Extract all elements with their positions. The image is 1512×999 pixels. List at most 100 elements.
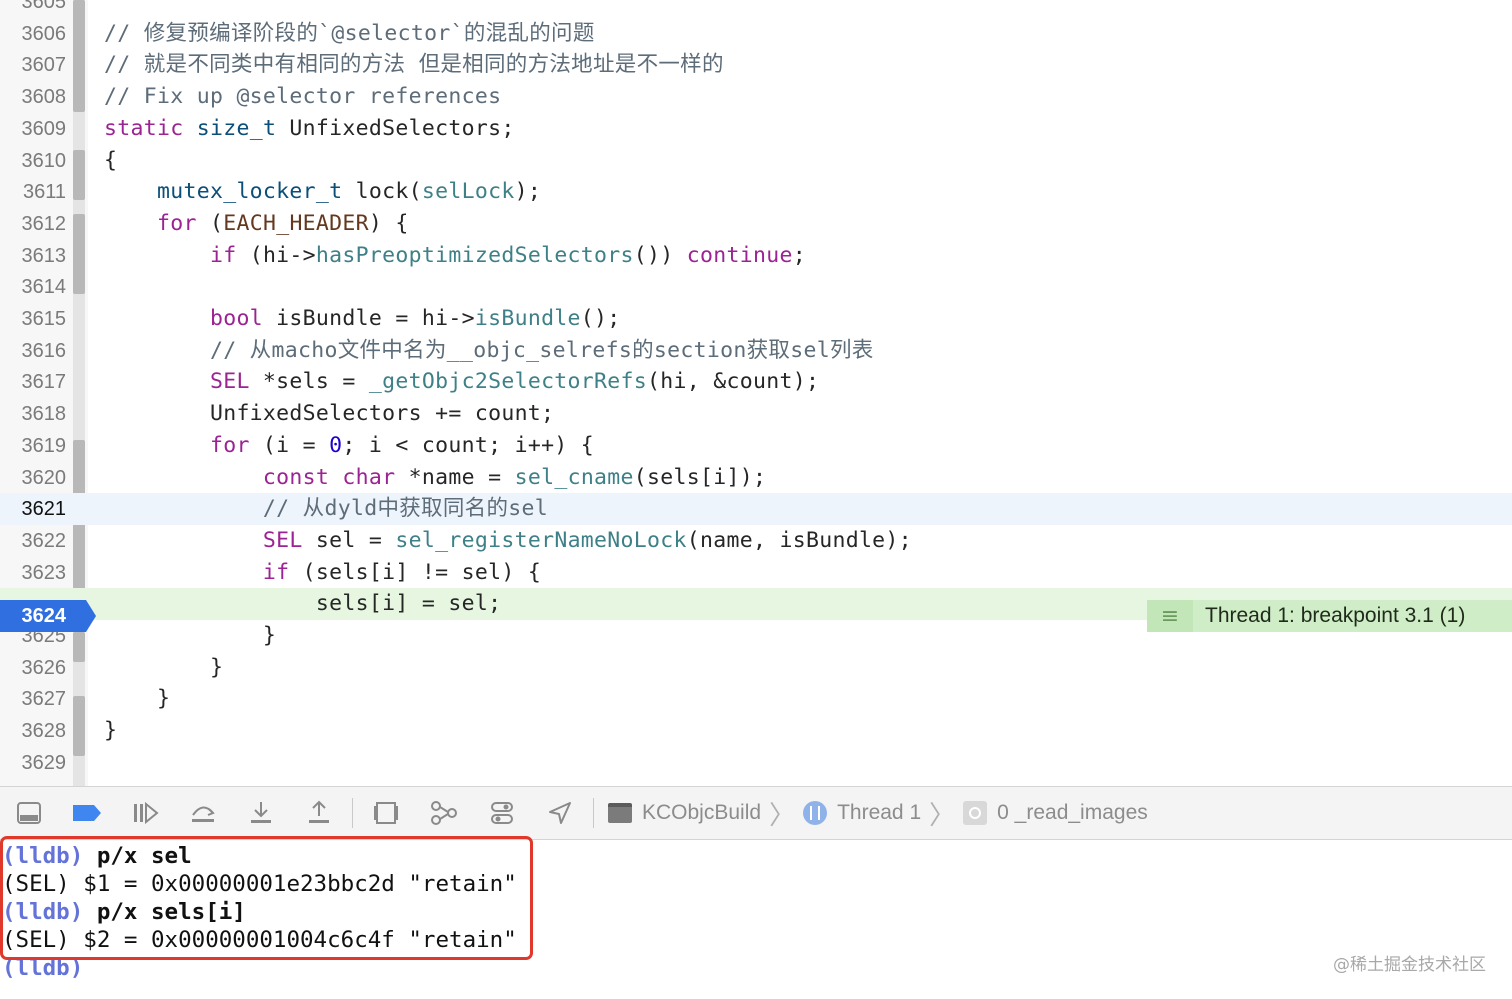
code-line[interactable]: 3617 SEL *sels = _getObjc2SelectorRefs(h… bbox=[0, 366, 1512, 398]
stack-frame-icon bbox=[963, 801, 988, 825]
code-token: sel = bbox=[302, 528, 396, 553]
code-text: } bbox=[104, 652, 223, 684]
code-line[interactable]: 3607 // 就是不同类中有相同的方法 但是相同的方法地址是不一样的 bbox=[0, 49, 1512, 81]
code-line[interactable]: 3628} bbox=[0, 715, 1512, 747]
code-text: const char *name = sel_cname(sels[i]); bbox=[104, 462, 766, 494]
line-number[interactable]: 3620 bbox=[0, 462, 67, 494]
code-token: selLock bbox=[421, 179, 515, 204]
code-line[interactable]: 3619 for (i = 0; i < count; i++) { bbox=[0, 430, 1512, 462]
line-number[interactable]: 3605 bbox=[0, 0, 67, 18]
code-text: UnfixedSelectors += count; bbox=[104, 398, 554, 430]
hamburger-icon[interactable]: ≡ bbox=[1147, 600, 1193, 632]
step-over-icon[interactable] bbox=[174, 786, 232, 840]
step-into-icon[interactable] bbox=[232, 786, 290, 840]
code-line[interactable]: 3610 { bbox=[0, 145, 1512, 177]
hide-console-icon[interactable] bbox=[0, 786, 58, 840]
code-line[interactable]: 3606 // 修复预编译阶段的`@selector`的混乱的问题 bbox=[0, 18, 1512, 50]
code-text: SEL *sels = _getObjc2SelectorRefs(hi, &c… bbox=[104, 366, 819, 398]
line-number[interactable]: 3622 bbox=[0, 525, 67, 557]
code-token: char bbox=[342, 465, 396, 490]
code-line[interactable]: 3615 bool isBundle = hi->isBundle(); bbox=[0, 303, 1512, 335]
code-line[interactable]: 3626 } bbox=[0, 652, 1512, 684]
line-number[interactable]: 3611 bbox=[0, 176, 66, 208]
thread-icon bbox=[803, 801, 828, 825]
code-text: // Fix up @selector references bbox=[104, 81, 501, 113]
code-token: isBundle = hi-> bbox=[262, 306, 475, 331]
memory-graph-icon[interactable] bbox=[415, 786, 473, 840]
line-number[interactable]: 3608 bbox=[0, 81, 67, 113]
simulate-location-icon[interactable] bbox=[531, 786, 589, 840]
breadcrumb-thread[interactable]: Thread 1 bbox=[837, 801, 921, 825]
code-token: _getObjc2SelectorRefs bbox=[368, 369, 648, 394]
code-line[interactable]: 3605 bbox=[0, 0, 1512, 18]
line-number[interactable]: 3609 bbox=[0, 113, 67, 145]
code-token: } bbox=[104, 655, 224, 680]
line-number[interactable]: 3607 bbox=[0, 49, 67, 81]
line-number[interactable]: 3623 bbox=[0, 557, 67, 589]
line-number[interactable]: 3626 bbox=[0, 652, 67, 684]
code-token: (sels[i]); bbox=[633, 465, 767, 490]
code-line[interactable]: 3629 bbox=[0, 747, 1512, 779]
line-number[interactable]: 3628 bbox=[0, 715, 67, 747]
code-text: for (i = 0; i < count; i++) { bbox=[104, 430, 594, 462]
line-number[interactable]: 3616 bbox=[0, 335, 67, 367]
code-line[interactable]: 3620 const char *name = sel_cname(sels[i… bbox=[0, 462, 1512, 494]
step-out-icon[interactable] bbox=[290, 786, 348, 840]
line-number[interactable]: 3614 bbox=[0, 271, 67, 303]
line-number[interactable]: 3606 bbox=[0, 18, 67, 50]
code-text: } bbox=[104, 683, 170, 715]
code-line[interactable]: 3627 } bbox=[0, 683, 1512, 715]
continue-icon[interactable] bbox=[116, 786, 174, 840]
code-token: ); bbox=[514, 179, 542, 204]
code-token: // 修复预编译阶段的`@selector`的混乱的问题 bbox=[104, 21, 595, 46]
line-number[interactable]: 3615 bbox=[0, 303, 67, 335]
code-text: // 从dyld中获取同名的sel bbox=[104, 493, 548, 525]
code-text: SEL sel = sel_registerNameNoLock(name, i… bbox=[104, 525, 912, 557]
line-number[interactable]: 3629 bbox=[0, 747, 67, 779]
code-line[interactable]: 3621 // 从dyld中获取同名的sel bbox=[0, 493, 1512, 525]
breakpoint-annotation[interactable]: ≡ Thread 1: breakpoint 3.1 (1) bbox=[1147, 600, 1512, 632]
code-line[interactable]: 3608 // Fix up @selector references bbox=[0, 81, 1512, 113]
line-number[interactable]: 3618 bbox=[0, 398, 67, 430]
code-line[interactable]: 3612 for (EACH_HEADER) { bbox=[0, 208, 1512, 240]
line-number[interactable]: 3627 bbox=[0, 683, 67, 715]
code-token: ()) bbox=[633, 243, 687, 268]
code-line[interactable]: 3614 bbox=[0, 271, 1512, 303]
code-token: (hi-> bbox=[236, 243, 316, 268]
code-token: if bbox=[104, 243, 237, 268]
line-number[interactable]: 3613 bbox=[0, 240, 67, 272]
code-line[interactable]: 3618 UnfixedSelectors += count; bbox=[0, 398, 1512, 430]
code-line[interactable]: 3611 mutex_locker_t lock(selLock); bbox=[0, 176, 1512, 208]
breakpoints-toggle-icon[interactable] bbox=[58, 786, 116, 840]
code-line[interactable]: 3613 if (hi->hasPreoptimizedSelectors())… bbox=[0, 240, 1512, 272]
application-icon bbox=[608, 803, 632, 823]
code-line[interactable]: 3622 SEL sel = sel_registerNameNoLock(na… bbox=[0, 525, 1512, 557]
source-editor[interactable]: 3605 3606 // 修复预编译阶段的`@selector`的混乱的问题 3607… bbox=[0, 0, 1512, 786]
breadcrumb-frame[interactable]: 0 _read_images bbox=[997, 801, 1148, 825]
code-token: UnfixedSelectors += count; bbox=[104, 401, 555, 426]
code-text: { bbox=[104, 145, 117, 177]
view-hierarchy-icon[interactable] bbox=[357, 786, 415, 840]
line-number[interactable]: 3619 bbox=[0, 430, 67, 462]
code-text: // 就是不同类中有相同的方法 但是相同的方法地址是不一样的 bbox=[104, 49, 724, 81]
breadcrumb-target[interactable]: KCObjcBuild bbox=[642, 801, 761, 825]
code-token: mutex_locker_t bbox=[104, 179, 343, 204]
code-token: (i = bbox=[249, 433, 330, 458]
code-token: sel_registerNameNoLock bbox=[395, 528, 687, 553]
toolbar-divider bbox=[593, 798, 594, 828]
environment-overrides-icon[interactable] bbox=[473, 786, 531, 840]
line-number[interactable]: 3617 bbox=[0, 366, 67, 398]
code-token: static bbox=[104, 116, 184, 141]
line-number[interactable]: 3621 bbox=[0, 493, 67, 525]
code-text: // 修复预编译阶段的`@selector`的混乱的问题 bbox=[104, 18, 595, 50]
code-line[interactable]: 3616 // 从macho文件中名为__objc_selrefs的sectio… bbox=[0, 335, 1512, 367]
code-token: // Fix up @selector references bbox=[104, 84, 502, 109]
code-token: // 从dyld中获取同名的sel bbox=[104, 496, 548, 521]
code-text: } bbox=[104, 620, 276, 652]
code-line[interactable]: 3623 if (sels[i] != sel) { bbox=[0, 557, 1512, 589]
line-number[interactable]: 3612 bbox=[0, 208, 67, 240]
code-token: *name = bbox=[395, 465, 515, 490]
code-token: 0 bbox=[329, 433, 343, 458]
code-line[interactable]: 3609 static size_t UnfixedSelectors; bbox=[0, 113, 1512, 145]
line-number[interactable]: 3610 bbox=[0, 145, 67, 177]
